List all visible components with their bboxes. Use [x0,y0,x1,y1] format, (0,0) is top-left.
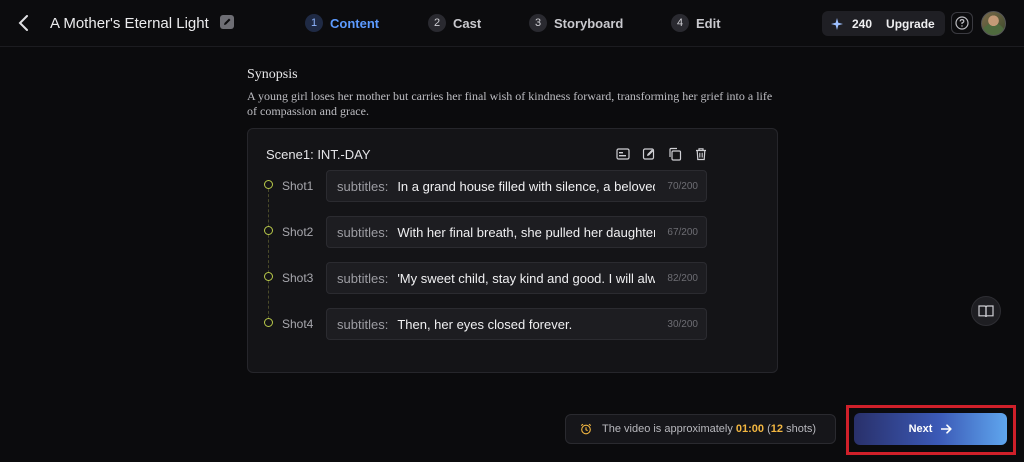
shot-row: Shot2 subtitles: With her final breath, … [248,216,779,248]
step-number: 2 [428,14,446,32]
script-book-button[interactable] [971,296,1001,326]
subtitle-input[interactable]: subtitles: With her final breath, she pu… [326,216,707,248]
subtitle-text: With her final breath, she pulled her da… [397,224,656,240]
step-number: 1 [305,14,323,32]
subtitle-text: In a grand house filled with silence, a … [397,178,656,194]
step-content[interactable]: 1 Content [305,12,379,34]
subtitle-input[interactable]: subtitles: 'My sweet child, stay kind an… [326,262,707,294]
duration-value: 01:00 [735,423,765,435]
chevron-left-icon [18,15,28,31]
subtitle-input[interactable]: subtitles: In a grand house filled with … [326,170,707,202]
duration-text: The video is approximately 01:00 (12 sho… [602,423,816,435]
subtitle-input[interactable]: subtitles: Then, her eyes closed forever… [326,308,707,340]
book-icon [978,305,994,318]
shot-row: Shot3 subtitles: 'My sweet child, stay k… [248,262,779,294]
top-bar: A Mother's Eternal Light 1 Content 2 Cas… [0,0,1024,47]
step-cast[interactable]: 2 Cast [428,12,481,34]
credits-panel: 240 Upgrade [822,11,945,36]
image-icon[interactable] [616,147,630,161]
shot-marker [264,272,273,281]
arrow-right-icon [941,424,953,434]
question-icon [955,16,969,30]
character-count: 82/200 [667,273,698,284]
step-storyboard[interactable]: 3 Storyboard [529,12,623,34]
character-count: 70/200 [667,181,698,192]
sparkle-icon [831,17,843,30]
duration-prefix: The video is approximately [602,423,736,435]
subtitle-prefix: subtitles: [337,178,389,194]
project-title: A Mother's Eternal Light [50,15,209,32]
edit-title-button[interactable] [220,15,234,29]
timeline-line [268,189,269,324]
alarm-icon [580,423,592,435]
scene-card: Scene1: INT.-DAY Shot1 subtitles: In a g… [247,128,778,373]
shots-suffix: shots) [783,423,817,435]
subtitle-text: Then, her eyes closed forever. [397,316,573,332]
next-label: Next [908,423,933,435]
step-label: Storyboard [554,15,624,31]
credit-count: 240 [852,16,873,31]
shot-marker [264,180,273,189]
trash-icon[interactable] [694,147,708,161]
character-count: 30/200 [667,319,698,330]
step-number: 3 [529,14,547,32]
subtitle-text: 'My sweet child, stay kind and good. I w… [397,270,656,286]
step-number: 4 [671,14,689,32]
subtitle-prefix: subtitles: [337,316,389,332]
synopsis-heading: Synopsis [247,67,298,82]
shots-count: 12 [770,423,784,435]
shot-row: Shot1 subtitles: In a grand house filled… [248,170,779,202]
back-button[interactable] [14,12,34,34]
scene-title: Scene1: INT.-DAY [266,147,371,162]
step-edit[interactable]: 4 Edit [671,12,721,34]
synopsis-text: A young girl loses her mother but carrie… [247,89,773,118]
shot-label: Shot2 [282,225,314,239]
character-count: 67/200 [667,227,698,238]
shot-label: Shot4 [282,317,314,331]
duration-info: The video is approximately 01:00 (12 sho… [565,414,836,444]
shot-row: Shot4 subtitles: Then, her eyes closed f… [248,308,779,340]
upgrade-button[interactable]: Upgrade [886,17,935,31]
help-button[interactable] [951,12,973,34]
step-label: Content [330,15,380,31]
edit-icon[interactable] [642,147,656,161]
subtitle-prefix: subtitles: [337,270,389,286]
shot-marker [264,226,273,235]
subtitle-prefix: subtitles: [337,224,389,240]
avatar[interactable] [981,11,1006,36]
pencil-icon [224,18,231,25]
shot-marker [264,318,273,327]
step-label: Edit [696,15,721,31]
next-button[interactable]: Next [854,413,1007,445]
shot-label: Shot3 [282,271,314,285]
copy-icon[interactable] [668,147,682,161]
step-label: Cast [453,15,482,31]
shots-open: ( [764,423,771,435]
scene-toolbar [616,147,720,161]
shot-label: Shot1 [282,179,314,193]
